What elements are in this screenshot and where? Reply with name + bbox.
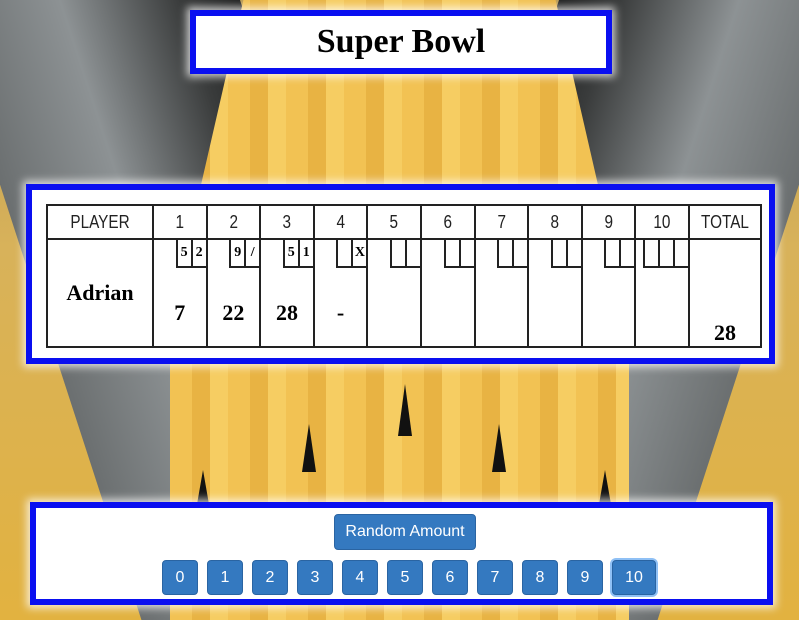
frame-6-roll-1 bbox=[443, 240, 459, 268]
frame-10-roll-1 bbox=[643, 240, 658, 268]
pins-6-button[interactable]: 6 bbox=[432, 560, 468, 595]
frame-1-score: 7 bbox=[174, 300, 186, 325]
pins-9-button[interactable]: 9 bbox=[567, 560, 603, 595]
lane-arrow-icon bbox=[398, 384, 412, 436]
scoresheet-panel: PLAYER 1 2 3 4 5 6 7 8 9 10 TOTAL Adrian… bbox=[26, 184, 775, 364]
frame-9 bbox=[580, 238, 637, 348]
frame-10-roll-3 bbox=[673, 240, 688, 268]
frame-4-roll-2: X bbox=[351, 240, 367, 268]
frame-10-roll-2 bbox=[658, 240, 673, 268]
header-frame-8: 8 bbox=[531, 204, 579, 240]
controls-panel: Random Amount 0 1 2 3 4 5 6 7 8 9 10 bbox=[30, 502, 773, 605]
frame-5 bbox=[366, 238, 422, 348]
frame-7 bbox=[473, 238, 530, 348]
player-name: Adrian bbox=[46, 238, 154, 348]
total-score: 28 bbox=[688, 238, 762, 348]
player-row: Adrian 52 7 9/ 22 51 28 X - 28 bbox=[46, 238, 762, 348]
frame-8-roll-1 bbox=[550, 240, 566, 268]
frame-6 bbox=[419, 238, 476, 348]
frame-2-roll-1: 9 bbox=[229, 240, 245, 268]
pins-3-button[interactable]: 3 bbox=[297, 560, 333, 595]
frame-8-roll-2 bbox=[565, 240, 581, 268]
pins-1-button[interactable]: 1 bbox=[207, 560, 243, 595]
frame-4-roll-1 bbox=[336, 240, 352, 268]
pins-0-button[interactable]: 0 bbox=[162, 560, 198, 595]
header-frame-2: 2 bbox=[209, 204, 258, 240]
frame-8 bbox=[527, 238, 583, 348]
page-title: Super Bowl bbox=[316, 23, 486, 60]
frame-1: 52 7 bbox=[152, 238, 208, 348]
header-player: PLAYER bbox=[54, 204, 146, 240]
random-amount-button[interactable]: Random Amount bbox=[334, 514, 476, 550]
frame-3-score: 28 bbox=[275, 300, 298, 325]
header-frame-7: 7 bbox=[477, 204, 525, 240]
frame-10 bbox=[634, 238, 690, 348]
frame-2: 9/ 22 bbox=[205, 238, 262, 348]
pins-2-button[interactable]: 2 bbox=[252, 560, 288, 595]
frame-1-roll-2: 2 bbox=[190, 240, 206, 268]
header-frame-9: 9 bbox=[584, 204, 633, 240]
scoresheet-header-row: PLAYER 1 2 3 4 5 6 7 8 9 10 TOTAL bbox=[47, 204, 761, 240]
frame-3-roll-2: 1 bbox=[297, 240, 313, 268]
frame-3: 51 28 bbox=[259, 238, 315, 348]
frame-9-roll-1 bbox=[604, 240, 620, 268]
header-total: TOTAL bbox=[693, 204, 757, 240]
frame-5-roll-2 bbox=[404, 240, 420, 268]
pins-7-button[interactable]: 7 bbox=[477, 560, 513, 595]
frame-9-roll-2 bbox=[619, 240, 635, 268]
pins-5-button[interactable]: 5 bbox=[387, 560, 423, 595]
frame-2-roll-2: / bbox=[244, 240, 260, 268]
frame-4-score: - bbox=[336, 300, 345, 325]
frame-7-roll-1 bbox=[497, 240, 513, 268]
frame-2-score: 22 bbox=[222, 300, 245, 325]
header-frame-4: 4 bbox=[316, 204, 365, 240]
pins-4-button[interactable]: 4 bbox=[342, 560, 378, 595]
header-frame-5: 5 bbox=[370, 204, 418, 240]
scoresheet-table: PLAYER 1 2 3 4 5 6 7 8 9 10 TOTAL Adrian… bbox=[46, 204, 762, 348]
frame-3-roll-1: 5 bbox=[282, 240, 298, 268]
header-frame-10: 10 bbox=[638, 204, 686, 240]
lane-arrow-icon bbox=[302, 424, 316, 472]
pin-buttons-row: 0 1 2 3 4 5 6 7 8 9 10 bbox=[162, 560, 656, 595]
frame-4: X - bbox=[312, 238, 369, 348]
frame-1-roll-1: 5 bbox=[175, 240, 191, 268]
frame-7-roll-2 bbox=[512, 240, 528, 268]
header-frame-6: 6 bbox=[424, 204, 472, 240]
title-panel: Super Bowl bbox=[190, 10, 612, 74]
header-frame-1: 1 bbox=[156, 204, 204, 240]
header-frame-3: 3 bbox=[263, 204, 311, 240]
pins-8-button[interactable]: 8 bbox=[522, 560, 558, 595]
frame-6-roll-2 bbox=[458, 240, 474, 268]
frame-5-roll-1 bbox=[389, 240, 405, 268]
lane-arrow-icon bbox=[492, 424, 506, 472]
pins-10-button[interactable]: 10 bbox=[612, 560, 656, 595]
